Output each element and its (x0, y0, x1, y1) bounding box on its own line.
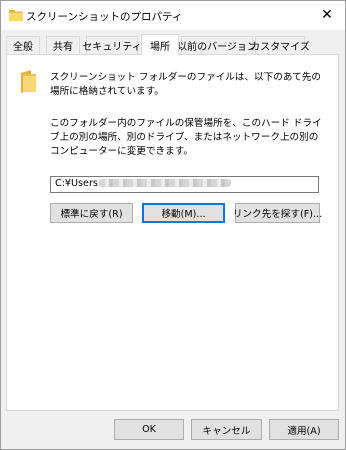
find-target-button[interactable]: リンク先を探す(F)... (233, 203, 322, 223)
folder-icon (21, 70, 36, 93)
tab-general[interactable]: 全般 (6, 36, 40, 54)
tab-previous-versions[interactable]: 以前のバージョン (177, 36, 257, 54)
tab-strip: 全般 共有 セキュリティ 場所 以前のバージョン カスタマイズ (6, 34, 340, 55)
title-bar: スクリーンショットのプロパティ ✕ (1, 1, 345, 30)
tab-sharing[interactable]: 共有 (46, 36, 80, 54)
redacted-path-segment (98, 179, 231, 187)
tab-security[interactable]: セキュリティ (82, 36, 142, 54)
move-description: このフォルダー内のファイルの保管場所を、このハード ドライブ上の別の場所、別のド… (50, 118, 322, 157)
location-panel: スクリーンショット フォルダーのファイルは、以下のあて先の場所に格納されています… (6, 54, 339, 411)
ok-button[interactable]: OK (114, 419, 184, 440)
tab-location[interactable]: 場所 (141, 34, 179, 55)
tab-customize[interactable]: カスタマイズ (250, 36, 310, 54)
close-button[interactable]: ✕ (311, 2, 343, 28)
folder-path-text: C:¥Users (55, 178, 98, 189)
location-description: スクリーンショット フォルダーのファイルは、以下のあて先の場所に格納されています… (50, 72, 322, 97)
folder-path-field[interactable]: C:¥Users (50, 176, 319, 193)
close-icon: ✕ (321, 7, 333, 23)
restore-default-button[interactable]: 標準に戻す(R) (50, 203, 133, 223)
apply-button[interactable]: 適用(A) (269, 419, 339, 440)
properties-dialog: スクリーンショットのプロパティ ✕ 全般 共有 セキュリティ 場所 以前のバージ… (0, 0, 346, 450)
cancel-button[interactable]: キャンセル (191, 419, 262, 440)
move-button[interactable]: 移動(M)... (142, 203, 225, 223)
folder-icon (9, 10, 23, 21)
window-title: スクリーンショットのプロパティ (26, 11, 183, 23)
